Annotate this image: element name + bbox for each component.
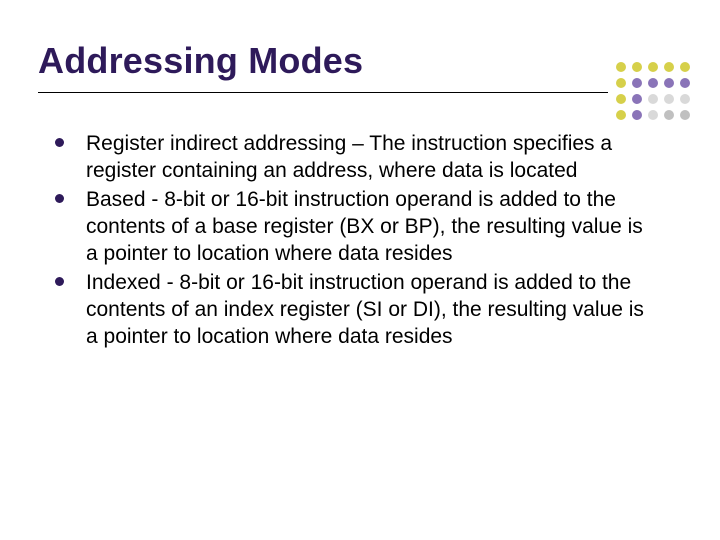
list-item: Based - 8-bit or 16-bit instruction oper… [55,186,660,267]
decor-dot [616,94,626,104]
bullet-text: Indexed - 8-bit or 16-bit instruction op… [86,269,660,350]
bullet-icon [55,138,64,147]
list-item: Register indirect addressing – The instr… [55,130,660,184]
decor-dot [632,110,642,120]
decor-dot [648,110,658,120]
decor-dot [616,78,626,88]
decor-dot [664,94,674,104]
decor-dot [616,110,626,120]
list-item: Indexed - 8-bit or 16-bit instruction op… [55,269,660,350]
decor-dot [632,62,642,72]
bullet-text: Register indirect addressing – The instr… [86,130,660,184]
decor-dot [616,62,626,72]
title-underline [38,92,608,93]
decor-dot [664,78,674,88]
decor-dot [680,78,690,88]
bullet-icon [55,277,64,286]
decor-dot [648,78,658,88]
decor-dot [680,62,690,72]
bullet-list: Register indirect addressing – The instr… [55,130,660,352]
decor-dot [664,110,674,120]
decor-dot [680,94,690,104]
decor-dot [648,94,658,104]
slide: Addressing Modes [0,0,720,540]
decor-dot [664,62,674,72]
slide-title: Addressing Modes [38,40,363,82]
decor-dot [648,62,658,72]
decor-dot [632,94,642,104]
decor-dot [680,110,690,120]
bullet-icon [55,194,64,203]
decorative-dot-grid [616,62,690,126]
decor-dot [632,78,642,88]
bullet-text: Based - 8-bit or 16-bit instruction oper… [86,186,660,267]
